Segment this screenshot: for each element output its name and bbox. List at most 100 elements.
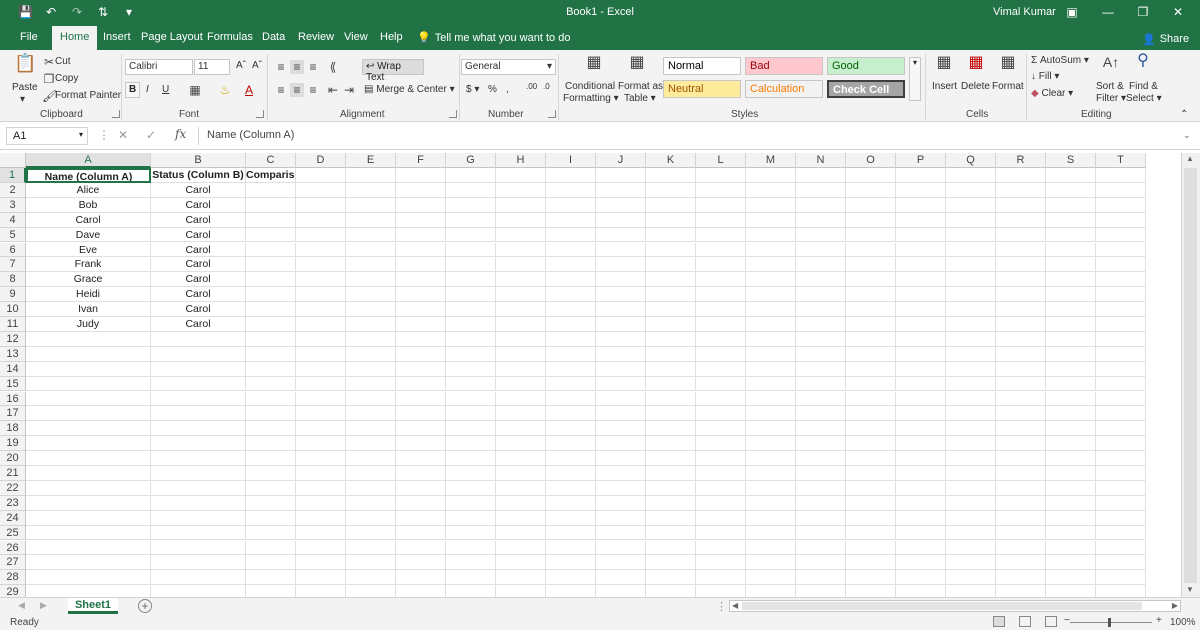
cell-G12[interactable]	[446, 331, 496, 347]
cell-E7[interactable]	[346, 257, 396, 273]
cell-L5[interactable]	[696, 227, 746, 243]
cell-C3[interactable]	[246, 197, 296, 213]
cell-E12[interactable]	[346, 331, 396, 347]
cell-N19[interactable]	[796, 436, 846, 452]
cell-G18[interactable]	[446, 421, 496, 437]
cell-C6[interactable]	[246, 242, 296, 258]
cell-E8[interactable]	[346, 272, 396, 288]
cell-S27[interactable]	[1046, 555, 1096, 571]
cell-S15[interactable]	[1046, 376, 1096, 392]
cell-F9[interactable]	[396, 287, 446, 303]
column-header[interactable]: B	[151, 153, 246, 168]
number-format-select[interactable]: General ▾	[461, 59, 556, 75]
cell-S9[interactable]	[1046, 287, 1096, 303]
cell-L15[interactable]	[696, 376, 746, 392]
row-header[interactable]: 13	[0, 346, 26, 362]
row-header[interactable]: 28	[0, 570, 26, 586]
cell-G8[interactable]	[446, 272, 496, 288]
cell-E22[interactable]	[346, 480, 396, 496]
format-as-table-label[interactable]: Format as	[618, 81, 663, 92]
column-header[interactable]: O	[846, 153, 896, 168]
cell-O4[interactable]	[846, 212, 896, 228]
copy-label[interactable]: Copy	[55, 73, 78, 84]
cell-O13[interactable]	[846, 346, 896, 362]
cell-A23[interactable]	[26, 495, 151, 511]
cell-G1[interactable]	[446, 168, 496, 183]
cell-I10[interactable]	[546, 302, 596, 317]
cell-K10[interactable]	[646, 302, 696, 317]
tab-help[interactable]: Help	[380, 31, 403, 43]
cell-G29[interactable]	[446, 585, 496, 597]
cell-P22[interactable]	[896, 480, 946, 496]
cell-L1[interactable]	[696, 168, 746, 183]
cell-O2[interactable]	[846, 182, 896, 198]
cell-D21[interactable]	[296, 466, 346, 481]
column-header[interactable]: L	[696, 153, 746, 168]
cell-J11[interactable]	[596, 317, 646, 332]
cell-B13[interactable]	[151, 346, 246, 362]
cell-E10[interactable]	[346, 302, 396, 317]
cell-R13[interactable]	[996, 346, 1046, 362]
cell-A29[interactable]	[26, 585, 151, 597]
cell-K17[interactable]	[646, 406, 696, 422]
cell-E21[interactable]	[346, 466, 396, 481]
cell-J19[interactable]	[596, 436, 646, 452]
cut-label[interactable]: Cut	[55, 56, 71, 67]
user-name[interactable]: Vimal Kumar	[993, 6, 1056, 18]
cell-Q2[interactable]	[946, 182, 996, 198]
cell-H12[interactable]	[496, 331, 546, 347]
cell-R2[interactable]	[996, 182, 1046, 198]
cell-O24[interactable]	[846, 510, 896, 526]
cell-O11[interactable]	[846, 317, 896, 332]
cell-F17[interactable]	[396, 406, 446, 422]
cell-R29[interactable]	[996, 585, 1046, 597]
cell-M25[interactable]	[746, 525, 796, 541]
cell-T14[interactable]	[1096, 361, 1146, 377]
cell-A26[interactable]	[26, 540, 151, 556]
cell-D22[interactable]	[296, 480, 346, 496]
cell-K26[interactable]	[646, 540, 696, 556]
cell-T6[interactable]	[1096, 242, 1146, 258]
cell-Q24[interactable]	[946, 510, 996, 526]
cell-K13[interactable]	[646, 346, 696, 362]
cell-T23[interactable]	[1096, 495, 1146, 511]
tab-page-layout[interactable]: Page Layout	[141, 31, 203, 43]
align-right-icon[interactable]: ≡	[306, 83, 320, 97]
percent-icon[interactable]: %	[488, 84, 497, 95]
sheet-tab[interactable]: Sheet1	[68, 598, 118, 614]
cell-M24[interactable]	[746, 510, 796, 526]
cell-B4[interactable]: Carol	[151, 212, 246, 228]
format-as-table-label2[interactable]: Table ▾	[624, 93, 656, 104]
cell-K2[interactable]	[646, 182, 696, 198]
cell-E26[interactable]	[346, 540, 396, 556]
cell-O29[interactable]	[846, 585, 896, 597]
cell-Q6[interactable]	[946, 242, 996, 258]
cell-F21[interactable]	[396, 466, 446, 481]
cell-J26[interactable]	[596, 540, 646, 556]
cell-M6[interactable]	[746, 242, 796, 258]
cell-H28[interactable]	[496, 570, 546, 586]
format-cells-icon[interactable]: ▦	[998, 55, 1018, 76]
cell-P23[interactable]	[896, 495, 946, 511]
decrease-decimal-icon[interactable]: .0	[543, 82, 550, 91]
cell-L29[interactable]	[696, 585, 746, 597]
row-header[interactable]: 17	[0, 406, 26, 422]
increase-indent-icon[interactable]: ⇥	[342, 83, 356, 97]
cell-B11[interactable]: Carol	[151, 317, 246, 332]
row-header[interactable]: 22	[0, 480, 26, 496]
cell-D23[interactable]	[296, 495, 346, 511]
cell-E1[interactable]	[346, 168, 396, 183]
cell-P9[interactable]	[896, 287, 946, 303]
cell-J4[interactable]	[596, 212, 646, 228]
cell-E28[interactable]	[346, 570, 396, 586]
cell-P28[interactable]	[896, 570, 946, 586]
cell-F6[interactable]	[396, 242, 446, 258]
cell-E18[interactable]	[346, 421, 396, 437]
cell-M7[interactable]	[746, 257, 796, 273]
alignment-launcher-icon[interactable]	[449, 110, 457, 118]
cell-Q13[interactable]	[946, 346, 996, 362]
expand-formula-bar-icon[interactable]: ⌄	[1183, 130, 1191, 141]
cell-D13[interactable]	[296, 346, 346, 362]
cell-K20[interactable]	[646, 451, 696, 466]
cell-K28[interactable]	[646, 570, 696, 586]
